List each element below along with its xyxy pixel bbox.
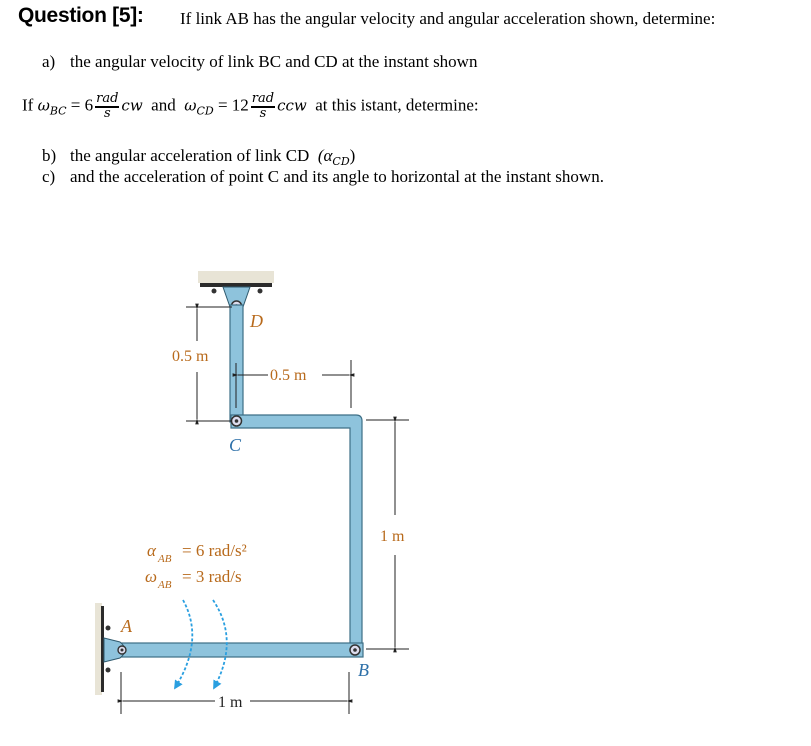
omega-ab-sub: AB <box>157 579 172 591</box>
label-a: A <box>120 616 133 636</box>
alpha-ab-value: = 6 rad/s² <box>182 541 247 560</box>
link-bc <box>230 414 363 657</box>
dim-ab-length-label: 1 m <box>218 694 243 711</box>
dim-c-offset-label: 0.5 m <box>270 367 307 384</box>
mechanism-diagram: 0.5 m 0.5 m 1 m 1 m D C B A α AB = 6 rad… <box>95 271 409 714</box>
label-d: D <box>249 311 263 331</box>
label-b: B <box>358 660 369 680</box>
link-ab <box>119 642 364 658</box>
dim-bc-height-label: 1 m <box>380 528 405 545</box>
alpha-ab-sub: AB <box>157 553 172 565</box>
omega-ab-value: = 3 rad/s <box>182 567 242 586</box>
alpha-ab-symbol: α <box>147 541 157 560</box>
omega-ab-symbol: ω <box>145 567 157 586</box>
label-c: C <box>229 435 242 455</box>
dim-cd-height-label: 0.5 m <box>172 348 209 365</box>
